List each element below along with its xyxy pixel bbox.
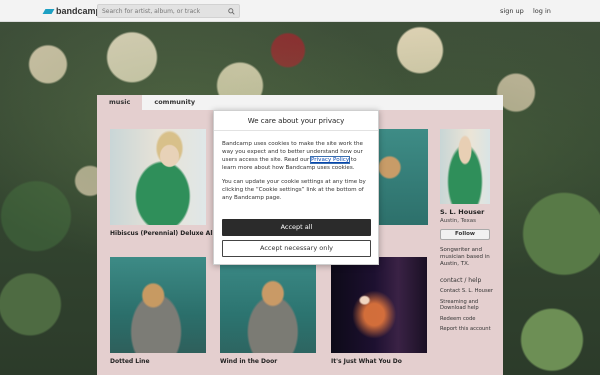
album-card[interactable]: Dotted Line — [110, 257, 206, 366]
artist-photo — [440, 129, 490, 204]
album-cover[interactable] — [110, 257, 206, 353]
follow-button[interactable]: Follow — [440, 229, 490, 240]
album-title[interactable]: Hibiscus (Perennial) Deluxe Album — [110, 230, 227, 238]
search-box — [97, 4, 240, 18]
log-in-link[interactable]: log in — [533, 7, 551, 15]
download-help-link[interactable]: Streaming and Download help — [440, 299, 495, 312]
contact-heading: contact / help — [440, 277, 482, 284]
search-icon[interactable] — [228, 8, 235, 15]
artist-name: S. L. Houser — [440, 208, 485, 216]
cookie-paragraph-1: Bandcamp uses cookies to make the site w… — [222, 140, 370, 172]
privacy-policy-link[interactable]: Privacy Policy — [310, 156, 351, 164]
accept-necessary-button[interactable]: Accept necessary only — [222, 240, 371, 257]
album-title[interactable]: Dotted Line — [110, 358, 206, 366]
redeem-code-link[interactable]: Redeem code — [440, 316, 495, 323]
contact-artist-link[interactable]: Contact S. L. Houser — [440, 288, 495, 295]
artist-location: Austin, Texas — [440, 218, 476, 224]
album-card[interactable]: Wind in the Door — [220, 257, 316, 366]
top-bar: bandcamp sign up log in — [0, 0, 600, 22]
album-card[interactable]: It's Just What You Do — [331, 257, 427, 366]
accept-all-button[interactable]: Accept all — [222, 219, 371, 236]
artist-sidebar: S. L. Houser Austin, Texas Follow Songwr… — [440, 129, 495, 333]
album-card[interactable]: Hibiscus (Perennial) Deluxe Album — [110, 129, 227, 238]
album-title[interactable]: It's Just What You Do — [331, 358, 427, 366]
album-cover[interactable] — [110, 129, 206, 225]
report-account-link[interactable]: Report this account — [440, 326, 495, 333]
tab-music[interactable]: music — [97, 95, 143, 110]
cookie-paragraph-2: You can update your cookie settings at a… — [222, 179, 366, 201]
tab-community[interactable]: community — [142, 95, 207, 110]
album-title[interactable]: Wind in the Door — [220, 358, 316, 366]
artist-bio: Songwriter and musician based in Austin,… — [440, 247, 490, 267]
logo-mark-icon — [42, 8, 55, 14]
dialog-title: We care about your privacy — [214, 111, 378, 131]
dialog-body: Bandcamp uses cookies to make the site w… — [214, 131, 378, 202]
cookie-consent-dialog: We care about your privacy Bandcamp uses… — [213, 110, 379, 265]
bandcamp-logo[interactable]: bandcamp — [42, 6, 102, 16]
search-input[interactable] — [102, 7, 228, 15]
album-cover[interactable] — [220, 257, 316, 353]
sign-up-link[interactable]: sign up — [500, 7, 524, 15]
logo-text: bandcamp — [56, 6, 102, 16]
album-cover[interactable] — [331, 257, 427, 353]
tab-bar: music community — [97, 95, 503, 110]
